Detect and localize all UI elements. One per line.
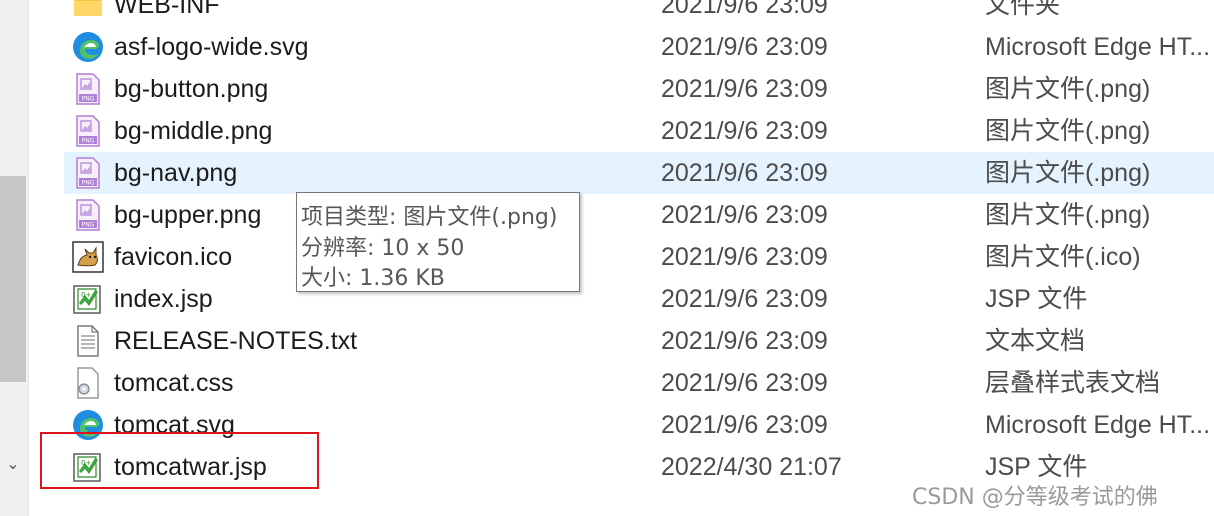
file-type: 图片文件(.png) <box>985 75 1151 103</box>
jsp-file-icon: 0+ <box>73 285 101 314</box>
highlight-annotation-box <box>40 432 319 489</box>
tooltip-resolution: 分辨率: 10 x 50 <box>301 236 465 261</box>
file-date: 2021/9/6 23:09 <box>661 285 828 313</box>
file-type: 图片文件(.png) <box>985 159 1151 187</box>
list-item[interactable]: WEB-INF 2021/9/6 23:09 文件夹 <box>64 0 1214 26</box>
file-name: bg-nav.png <box>114 159 238 187</box>
folder-icon <box>74 0 102 16</box>
vertical-scrollbar[interactable]: ⌄ <box>0 0 29 516</box>
file-date: 2021/9/6 23:09 <box>661 369 828 397</box>
file-name: bg-upper.png <box>114 201 262 229</box>
file-name: bg-middle.png <box>114 117 273 145</box>
svg-text:PNG: PNG <box>82 96 95 103</box>
watermark: CSDN @分等级考试的佛 <box>912 485 1158 510</box>
tooltip-item-type: 项目类型: 图片文件(.png) <box>301 205 558 230</box>
css-file-icon <box>77 367 99 399</box>
file-type: 层叠样式表文档 <box>985 369 1161 397</box>
file-date: 2021/9/6 23:09 <box>661 243 828 271</box>
file-name: tomcat.css <box>114 369 234 397</box>
list-item[interactable]: PNG bg-button.png 2021/9/6 23:09 图片文件(.p… <box>64 68 1214 110</box>
file-type: 图片文件(.png) <box>985 201 1151 229</box>
file-name: index.jsp <box>114 285 213 313</box>
file-date: 2021/9/6 23:09 <box>661 201 828 229</box>
tooltip-size: 大小: 1.36 KB <box>301 266 445 291</box>
file-date: 2021/9/6 23:09 <box>661 411 828 439</box>
list-item[interactable]: 0+ index.jsp 2021/9/6 23:09 JSP 文件 <box>64 278 1214 320</box>
file-name: WEB-INF <box>114 0 220 19</box>
list-item[interactable]: PNG bg-upper.png 2021/9/6 23:09 图片文件(.pn… <box>64 194 1214 236</box>
file-date: 2021/9/6 23:09 <box>661 0 828 19</box>
edge-icon <box>73 32 103 62</box>
file-date: 2022/4/30 21:07 <box>661 453 842 481</box>
list-item[interactable]: RELEASE-NOTES.txt 2021/9/6 23:09 文本文档 <box>64 320 1214 362</box>
file-info-tooltip: 项目类型: 图片文件(.png) 分辨率: 10 x 50 大小: 1.36 K… <box>296 192 580 292</box>
file-type: 图片文件(.ico) <box>985 243 1141 271</box>
png-file-icon: PNG <box>76 115 100 147</box>
scrollbar-thumb[interactable] <box>0 176 26 382</box>
file-type: JSP 文件 <box>985 285 1088 313</box>
png-file-icon: PNG <box>76 73 100 105</box>
tomcat-icon <box>72 241 104 273</box>
svg-text:PNG: PNG <box>82 138 95 145</box>
file-name: bg-button.png <box>114 75 269 103</box>
png-file-icon: PNG <box>76 199 100 231</box>
text-file-icon <box>77 325 99 357</box>
file-type: 文本文档 <box>985 327 1086 355</box>
list-item-selected[interactable]: PNG bg-nav.png 2021/9/6 23:09 图片文件(.png) <box>64 152 1214 194</box>
file-type: Microsoft Edge HT... <box>985 33 1211 61</box>
list-item[interactable]: favicon.ico 2021/9/6 23:09 图片文件(.ico) <box>64 236 1214 278</box>
file-name: favicon.ico <box>114 243 233 271</box>
list-item[interactable]: asf-logo-wide.svg 2021/9/6 23:09 Microso… <box>64 26 1214 68</box>
file-type: 图片文件(.png) <box>985 117 1151 145</box>
scroll-down-arrow-icon[interactable]: ⌄ <box>0 452 26 478</box>
file-date: 2021/9/6 23:09 <box>661 327 828 355</box>
list-item[interactable]: PNG bg-middle.png 2021/9/6 23:09 图片文件(.p… <box>64 110 1214 152</box>
file-date: 2021/9/6 23:09 <box>661 117 828 145</box>
file-name: RELEASE-NOTES.txt <box>114 327 358 355</box>
svg-text:0+: 0+ <box>81 291 91 299</box>
svg-text:PNG: PNG <box>82 180 95 187</box>
file-date: 2021/9/6 23:09 <box>661 159 828 187</box>
file-date: 2021/9/6 23:09 <box>661 33 828 61</box>
file-name: asf-logo-wide.svg <box>114 33 309 61</box>
file-date: 2021/9/6 23:09 <box>661 75 828 103</box>
file-type: Microsoft Edge HT... <box>985 411 1211 439</box>
list-item[interactable]: tomcat.css 2021/9/6 23:09 层叠样式表文档 <box>64 362 1214 404</box>
png-file-icon: PNG <box>76 157 100 189</box>
svg-text:PNG: PNG <box>82 222 95 229</box>
file-type: 文件夹 <box>985 0 1061 19</box>
